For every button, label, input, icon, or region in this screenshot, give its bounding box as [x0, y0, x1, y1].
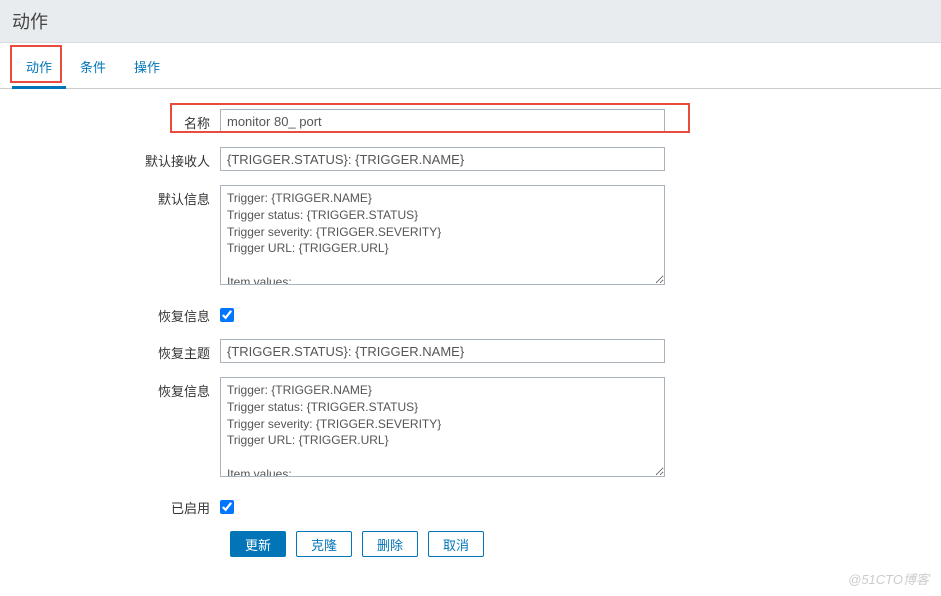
label-recovery-info-check: 恢复信息	[20, 302, 220, 325]
row-recovery-message: 恢复信息	[20, 377, 921, 480]
page-title: 动作	[12, 8, 929, 34]
row-name: 名称	[20, 109, 921, 133]
label-recovery-message: 恢复信息	[20, 377, 220, 400]
textarea-recovery-message[interactable]	[220, 377, 665, 477]
textarea-default-message[interactable]	[220, 185, 665, 285]
row-recovery-info-check: 恢复信息	[20, 302, 921, 325]
row-enabled: 已启用	[20, 494, 921, 517]
watermark: @51CTO博客	[848, 569, 929, 588]
clone-button[interactable]: 克隆	[296, 531, 352, 557]
label-recovery-subject: 恢复主题	[20, 339, 220, 362]
update-button[interactable]: 更新	[230, 531, 286, 557]
form: 名称 默认接收人 默认信息 恢复信息 恢复主题	[0, 89, 941, 577]
tab-action[interactable]: 动作	[12, 51, 66, 89]
page-header: 动作	[0, 0, 941, 43]
tabs-wrapper: 动作 条件 操作 名称 默认接收人 默认信息 恢复信息	[0, 43, 941, 577]
label-default-recipient: 默认接收人	[20, 147, 220, 170]
checkbox-recovery-info[interactable]	[220, 308, 234, 322]
tab-operations[interactable]: 操作	[120, 51, 174, 88]
input-default-recipient[interactable]	[220, 147, 665, 171]
label-name: 名称	[20, 109, 220, 132]
input-name[interactable]	[220, 109, 665, 133]
label-enabled: 已启用	[20, 494, 220, 517]
checkbox-enabled[interactable]	[220, 500, 234, 514]
delete-button[interactable]: 删除	[362, 531, 418, 557]
tab-conditions[interactable]: 条件	[66, 51, 120, 88]
row-recovery-subject: 恢复主题	[20, 339, 921, 363]
cancel-button[interactable]: 取消	[428, 531, 484, 557]
row-default-message: 默认信息	[20, 185, 921, 288]
tabs: 动作 条件 操作	[0, 43, 941, 89]
label-default-message: 默认信息	[20, 185, 220, 208]
row-default-recipient: 默认接收人	[20, 147, 921, 171]
input-recovery-subject[interactable]	[220, 339, 665, 363]
button-row: 更新 克隆 删除 取消	[230, 531, 921, 557]
